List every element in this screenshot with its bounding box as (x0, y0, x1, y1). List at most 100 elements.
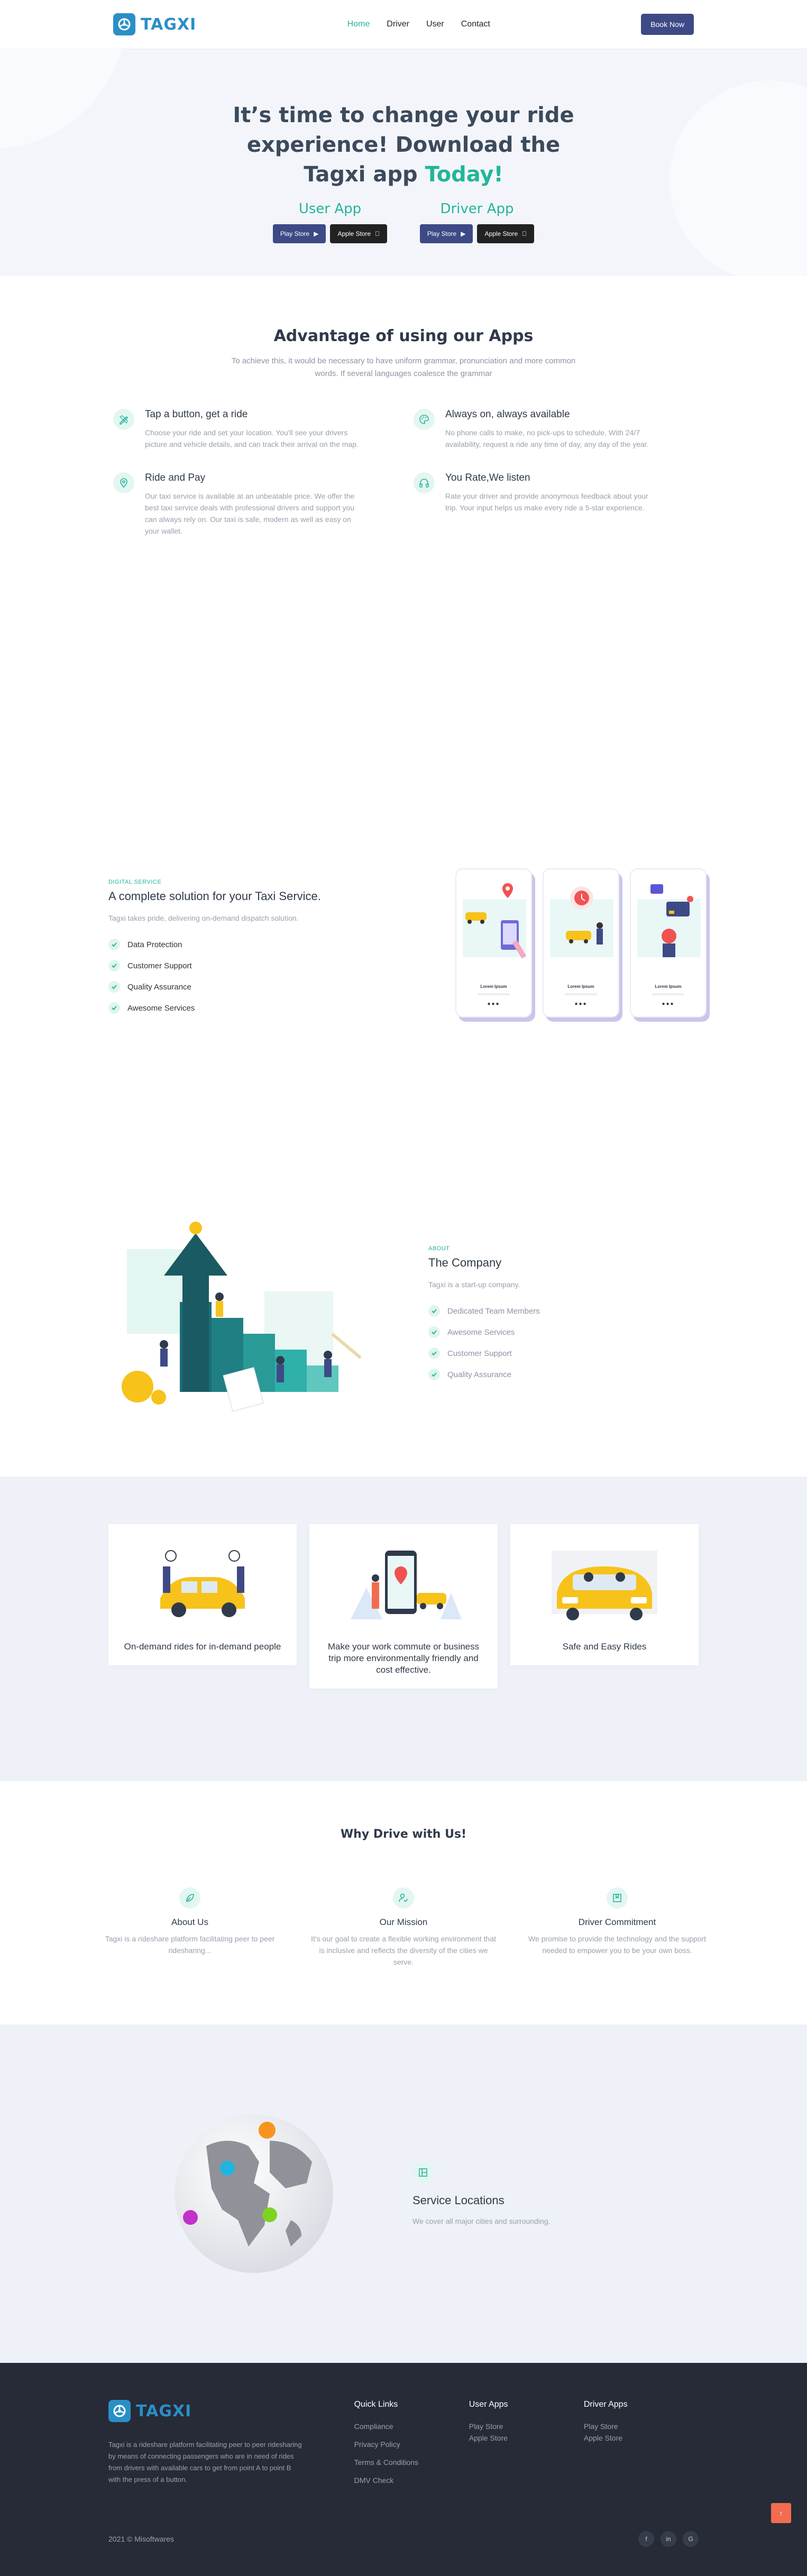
map-book-icon (412, 2162, 434, 2183)
footer-user-apple-store-link[interactable]: Apple Store (469, 2434, 584, 2442)
footer-link-privacy[interactable]: Privacy Policy (354, 2440, 469, 2449)
nav-driver-link[interactable]: Driver (387, 20, 409, 29)
pager-dots: ●●● (487, 1001, 500, 1007)
company-eyebrow: ABOUT (428, 1245, 450, 1252)
advantages-subtitle: To achieve this, it would be necessary t… (231, 356, 576, 378)
driver-app-col: Driver App Play Store▶ Apple Store (411, 201, 543, 243)
check-icon (428, 1347, 440, 1359)
back-to-top-button[interactable]: ↑ (771, 2503, 791, 2523)
footer-driver-play-store-link[interactable]: Play Store (584, 2422, 699, 2431)
why-title: Why Drive with Us! (340, 1828, 467, 1841)
footer-link-dmv[interactable]: DMV Check (354, 2476, 469, 2485)
footer-logo[interactable]: TAGXI (108, 2400, 354, 2422)
book-now-button[interactable]: Book Now (641, 14, 694, 35)
phone-mockup: Lorem Ipsum ●●● (543, 868, 619, 1017)
footer-link-terms[interactable]: Terms & Conditions (354, 2458, 469, 2467)
footer-link-compliance[interactable]: Compliance (354, 2422, 469, 2431)
why-item: About Us Tagxi is a rideshare platform f… (96, 1887, 284, 1968)
site-footer: TAGXI Tagxi is a rideshare platform faci… (0, 2363, 807, 2576)
digital-title: A complete solution for your Taxi Servic… (108, 890, 321, 903)
on-demand-taxi-illustration (160, 1550, 245, 1617)
driver-app-heading: Driver App (440, 201, 514, 217)
card-title: Make your work commute or business trip … (327, 1642, 480, 1675)
brand-logo[interactable]: TAGXI (113, 13, 196, 35)
why-drive-section: Why Drive with Us! About Us Tagxi is a r… (0, 1781, 807, 2024)
driver-apple-store-button[interactable]: Apple Store (477, 224, 535, 243)
check-icon (108, 1002, 120, 1014)
why-item-title: Our Mission (379, 1917, 428, 1927)
copyright: 2021 © Misoftwares (108, 2535, 174, 2543)
company-title: The Company (428, 1256, 502, 1269)
check-icon (428, 1369, 440, 1380)
advantage-title: You Rate,We listen (445, 472, 530, 483)
logo-icon (108, 2400, 131, 2422)
decor-blob (0, 49, 127, 149)
company-section: ABOUT The Company Tagxi is a start-up co… (0, 1154, 807, 1477)
pencil-ruler-icon (113, 409, 134, 430)
user-check-icon (393, 1887, 414, 1909)
commute-map-illustration (351, 1551, 462, 1619)
check-icon (108, 981, 120, 993)
footer-user-play-store-link[interactable]: Play Store (469, 2422, 584, 2431)
play-icon: ▶ (461, 230, 466, 237)
facebook-icon[interactable]: f (638, 2531, 654, 2547)
advantage-item: Always on, always available No phone call… (414, 409, 662, 450)
advantage-item: Ride and Pay Our taxi service is availabl… (113, 472, 362, 537)
why-item: Our Mission It's our goal to create a fl… (309, 1887, 498, 1968)
apple-icon:  (522, 230, 527, 237)
advantage-text: No phone calls to make, no pick-ups to s… (445, 428, 649, 448)
locations-title: Service Locations (412, 2194, 505, 2207)
driver-play-store-button[interactable]: Play Store ▶ (419, 224, 473, 243)
bookmark-icon (607, 1887, 628, 1909)
why-item: Driver Commitment We promise to provide … (523, 1887, 711, 1968)
nav-user-link[interactable]: User (426, 20, 444, 29)
check-icon (108, 939, 120, 950)
card-title: On-demand rides for in-demand people (124, 1642, 281, 1652)
user-apple-store-button[interactable]: Apple Store (330, 224, 388, 243)
advantage-item: Tap a button, get a ride Choose your ride… (113, 409, 362, 450)
app-screens: Lorem Ipsum ●●● Lorem Ipsum ●●● Lorem Ip… (455, 868, 707, 1154)
company-lead: Tagxi is a start-up company. (428, 1280, 520, 1289)
booking-clock-illustration (550, 886, 613, 957)
brand-name: TAGXI (136, 2401, 192, 2421)
google-icon[interactable]: G (683, 2531, 699, 2547)
top-navbar: TAGXI Home Driver User Contact Book Now (0, 0, 807, 49)
digital-feature-list: Data Protection Customer Support Quality… (108, 934, 321, 1019)
logo-icon (113, 13, 135, 35)
feature-item: Awesome Services (428, 1322, 540, 1343)
user-play-store-button[interactable]: Play Store ▶ (272, 224, 326, 243)
brand-name: TAGXI (141, 15, 197, 34)
advantage-item: You Rate,We listen Rate your driver and p… (414, 472, 662, 537)
phone-button (565, 993, 597, 995)
locations-text: We cover all major cities and surroundin… (412, 2217, 551, 2225)
payment-illustration (637, 884, 701, 957)
quick-links-col: Quick Links Compliance Privacy Policy Te… (354, 2400, 469, 2494)
feature-item: Dedicated Team Members (428, 1300, 540, 1322)
why-item-text: Tagxi is a rideshare platform facilitati… (105, 1935, 275, 1955)
user-apps-title: User Apps (469, 2400, 508, 2409)
decor-blob (670, 80, 807, 276)
feature-item: Quality Assurance (108, 976, 321, 997)
phone-mockup: Lorem Ipsum ●●● (630, 868, 707, 1017)
safe-ride-illustration (552, 1551, 657, 1620)
advantage-text: Choose your ride and set your location. … (145, 428, 359, 448)
phone-caption: Lorem Ipsum (655, 984, 682, 989)
company-feature-list: Dedicated Team Members Awesome Services … (428, 1300, 540, 1385)
check-icon (428, 1326, 440, 1338)
map-pin-icon (113, 472, 134, 493)
phone-caption: Lorem Ipsum (480, 984, 507, 989)
linkedin-icon[interactable]: in (661, 2531, 676, 2547)
digital-lead: Tagxi takes pride, delivering on-demand … (108, 914, 299, 922)
digital-eyebrow: DIGITAL SERVICE (108, 879, 162, 885)
advantage-title: Tap a button, get a ride (145, 409, 248, 420)
play-icon: ▶ (314, 230, 319, 237)
nav-contact-link[interactable]: Contact (461, 20, 490, 29)
user-app-heading: User App (298, 201, 362, 217)
phone-caption: Lorem Ipsum (567, 984, 594, 989)
feature-item: Quality Assurance (428, 1364, 540, 1385)
nav-links: Home Driver User Contact (347, 20, 490, 29)
user-apps-col: User Apps Play Store Apple Store (469, 2400, 584, 2494)
feature-item: Customer Support (108, 955, 321, 976)
nav-home-link[interactable]: Home (347, 20, 370, 29)
footer-driver-apple-store-link[interactable]: Apple Store (584, 2434, 699, 2442)
